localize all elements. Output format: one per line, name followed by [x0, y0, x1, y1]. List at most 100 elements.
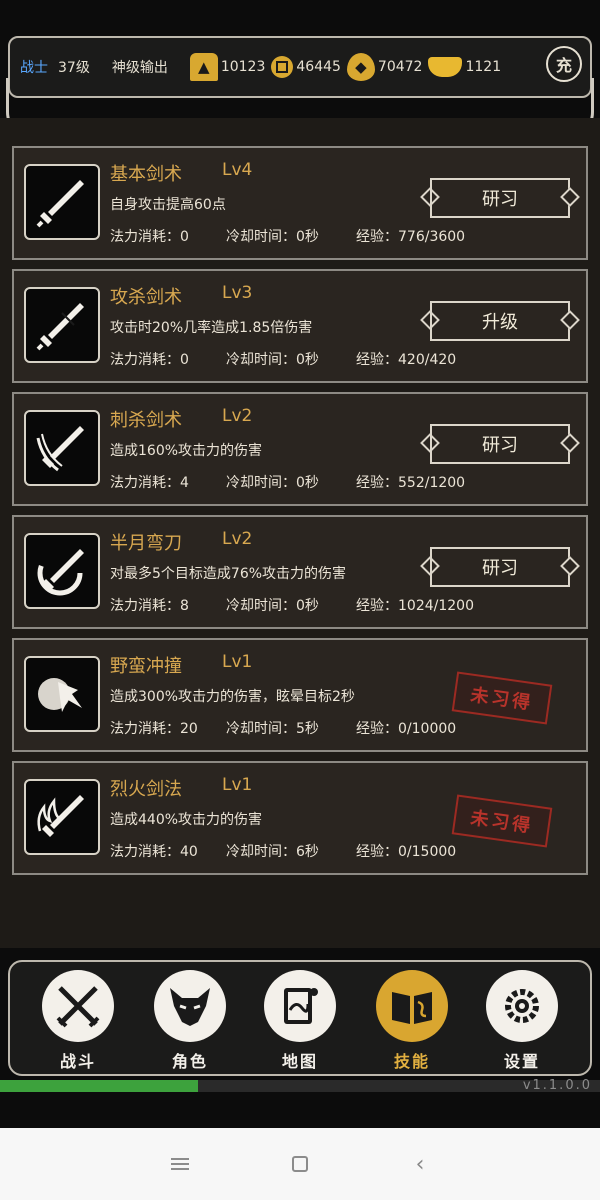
coin-icon — [271, 56, 294, 78]
study-button-label: 研习 — [430, 424, 570, 464]
flame-gold-icon: ▲ — [189, 53, 218, 81]
skill-stats: 法力消耗：20 冷却时间：5秒 经验：0/10000 — [110, 718, 456, 738]
bottom-nav: 战斗 角色 地图 技能 设置 — [0, 948, 600, 1100]
experience: 经验：776/3600 — [356, 229, 466, 245]
charge-button[interactable]: 充 — [546, 46, 582, 82]
skill-name: 野蛮冲撞 — [110, 656, 182, 677]
skill-name: 半月弯刀 — [110, 533, 182, 554]
nav-settings[interactable]: 设置 — [484, 970, 560, 1071]
nav-skills[interactable]: 技能 — [374, 970, 450, 1071]
skill-description: 造成160%攻击力的伤害 — [110, 443, 263, 459]
skill-description: 自身攻击提高60点 — [110, 197, 226, 213]
title-label: 神级输出 — [111, 60, 168, 76]
skill-level: Lv3 — [222, 283, 253, 303]
sword-icon — [24, 164, 100, 240]
nav-map[interactable]: 地图 — [262, 970, 338, 1071]
cooldown: 冷却时间：6秒 — [226, 844, 319, 860]
nav-battle[interactable]: 战斗 — [40, 970, 116, 1071]
skill-name: 烈火剑法 — [110, 779, 182, 800]
skill-card: 烈火剑法 Lv1 造成440%攻击力的伤害 法力消耗：40 冷却时间：6秒 经验… — [12, 761, 588, 875]
study-button[interactable]: 研习 — [420, 547, 580, 587]
demon-mask-icon — [154, 970, 226, 1042]
class-label: 战士 — [20, 60, 48, 76]
upgrade-button[interactable]: 升级 — [420, 301, 580, 341]
gears-icon — [486, 970, 558, 1042]
progress-fill — [0, 1080, 198, 1092]
mana-cost: 法力消耗：4 — [110, 475, 189, 491]
cooldown: 冷却时间：0秒 — [226, 475, 319, 491]
skill-stats: 法力消耗：0 冷却时间：0秒 经验：420/420 — [110, 349, 456, 369]
skill-book-icon — [376, 970, 448, 1042]
nav-label: 角色 — [171, 1052, 208, 1071]
skill-card: 刺杀剑术 Lv2 造成160%攻击力的伤害 法力消耗：4 冷却时间：0秒 经验：… — [12, 392, 588, 506]
menu-icon[interactable] — [160, 1144, 200, 1184]
skill-stats: 法力消耗：8 冷却时间：0秒 经验：1024/1200 — [110, 595, 474, 615]
mana-cost: 法力消耗：0 — [110, 352, 189, 368]
version-label: v1.1.0.0 — [522, 1078, 592, 1093]
skill-description: 对最多5个目标造成76%攻击力的伤害 — [110, 566, 347, 582]
skill-level: Lv1 — [222, 775, 253, 795]
cooldown: 冷却时间：0秒 — [226, 598, 319, 614]
not-learned-stamp: 未习得 — [451, 671, 553, 725]
mana-cost: 法力消耗：40 — [110, 844, 198, 860]
study-button[interactable]: 研习 — [420, 178, 580, 218]
resource-value: 46445 — [296, 59, 341, 75]
study-button-label: 研习 — [430, 547, 570, 587]
resource-value: 10123 — [220, 59, 266, 75]
top-status-bar: 战士 37级 神级输出 ▲ 10123 46445 ◆ 70472 1121 充 — [0, 0, 600, 141]
nav-label: 战斗 — [59, 1052, 96, 1071]
skill-name: 刺杀剑术 — [110, 410, 182, 431]
cooldown: 冷却时间：5秒 — [226, 721, 319, 737]
resource-drop: ◆ 70472 — [346, 53, 423, 81]
experience: 经验：420/420 — [356, 352, 457, 368]
home-icon[interactable] — [280, 1144, 320, 1184]
skill-name: 攻杀剑术 — [110, 287, 182, 308]
skill-panel: 基本剑术 Lv4 自身攻击提高60点 法力消耗：0 冷却时间：0秒 经验：776… — [0, 118, 600, 948]
experience: 经验：1024/1200 — [356, 598, 474, 614]
charge-icon — [24, 656, 100, 732]
resource-value: 70472 — [377, 59, 423, 75]
gold-ingot-icon — [428, 57, 463, 77]
skill-card: 野蛮冲撞 Lv1 造成300%攻击力的伤害，眩晕目标2秒 法力消耗：20 冷却时… — [12, 638, 588, 752]
cooldown: 冷却时间：0秒 — [226, 352, 319, 368]
nav-label: 设置 — [503, 1052, 540, 1071]
skill-level: Lv2 — [222, 529, 253, 549]
nav-label: 地图 — [281, 1052, 318, 1071]
skill-stats: 法力消耗：0 冷却时间：0秒 经验：776/3600 — [110, 226, 465, 246]
skill-stats: 法力消耗：4 冷却时间：0秒 经验：552/1200 — [110, 472, 465, 492]
status-row: 战士 37级 神级输出 ▲ 10123 46445 ◆ 70472 1121 — [20, 52, 507, 82]
skill-description: 攻击时20%几率造成1.85倍伤害 — [110, 320, 313, 336]
crescent-sword-icon — [24, 533, 100, 609]
loading-progress-bar — [0, 1080, 600, 1092]
experience: 经验：552/1200 — [356, 475, 466, 491]
skill-level: Lv4 — [222, 160, 253, 180]
fire-sword-icon — [24, 779, 100, 855]
system-nav-bar: ‹ — [0, 1128, 600, 1200]
skill-card: 基本剑术 Lv4 自身攻击提高60点 法力消耗：0 冷却时间：0秒 经验：776… — [12, 146, 588, 260]
cooldown: 冷却时间：0秒 — [226, 229, 319, 245]
upgrade-button-label: 升级 — [430, 301, 570, 341]
gold-drop-icon: ◆ — [346, 53, 375, 81]
mana-cost: 法力消耗：0 — [110, 229, 189, 245]
study-button[interactable]: 研习 — [420, 424, 580, 464]
skill-level: Lv1 — [222, 652, 253, 672]
skill-stats: 法力消耗：40 冷却时间：6秒 经验：0/15000 — [110, 841, 456, 861]
resource-flame: ▲ 10123 — [189, 53, 266, 81]
resource-ingot: 1121 — [428, 57, 501, 77]
back-icon[interactable]: ‹ — [400, 1144, 440, 1184]
skill-level: Lv2 — [222, 406, 253, 426]
experience: 经验：0/15000 — [356, 844, 457, 860]
sword-icon — [24, 287, 100, 363]
skill-description: 造成300%攻击力的伤害，眩晕目标2秒 — [110, 689, 355, 705]
not-learned-stamp: 未习得 — [451, 794, 553, 848]
experience: 经验：0/10000 — [356, 721, 457, 737]
skill-description: 造成440%攻击力的伤害 — [110, 812, 263, 828]
skill-card: 攻杀剑术 Lv3 攻击时20%几率造成1.85倍伤害 法力消耗：0 冷却时间：0… — [12, 269, 588, 383]
nav-character[interactable]: 角色 — [152, 970, 228, 1071]
resource-value: 1121 — [465, 59, 502, 75]
scroll-map-icon — [264, 970, 336, 1042]
nav-label: 技能 — [393, 1052, 430, 1071]
mana-cost: 法力消耗：8 — [110, 598, 189, 614]
study-button-label: 研习 — [430, 178, 570, 218]
skill-card: 半月弯刀 Lv2 对最多5个目标造成76%攻击力的伤害 法力消耗：8 冷却时间：… — [12, 515, 588, 629]
